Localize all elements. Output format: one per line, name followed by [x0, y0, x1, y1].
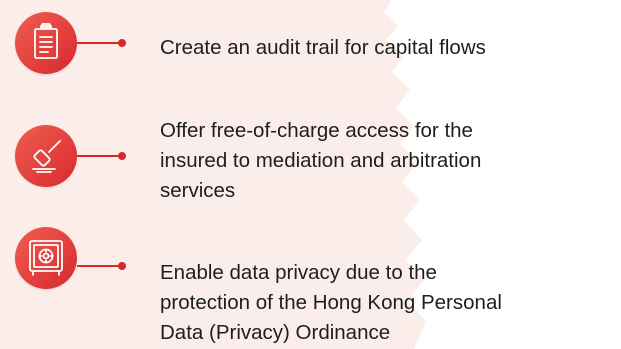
connector-dot: [118, 262, 126, 270]
feature-text: Offer free-of-charge access for the insu…: [160, 116, 481, 206]
connector-line: [77, 42, 121, 44]
gavel-icon: [15, 125, 77, 187]
connector-dot: [118, 152, 126, 160]
feature-text-line: Data (Privacy) Ordinance: [160, 321, 391, 344]
feature-text-line: services: [160, 179, 236, 202]
clipboard-icon: [15, 12, 77, 74]
safe-icon: [15, 227, 77, 289]
feature-text-line: Enable data privacy due to the: [160, 261, 437, 284]
feature-text-line: protection of the Hong Kong Personal: [160, 291, 502, 314]
feature-text-line: Create an audit trail for capital flows: [160, 36, 486, 59]
feature-text: Create an audit trail for capital flows: [160, 33, 486, 63]
connector-line: [77, 155, 121, 157]
feature-text: Enable data privacy due to the protectio…: [160, 258, 502, 348]
connector-dot: [118, 39, 126, 47]
feature-text-line: Offer free-of-charge access for the: [160, 119, 473, 142]
connector-line: [77, 265, 121, 267]
feature-text-line: insured to mediation and arbitration: [160, 149, 482, 172]
